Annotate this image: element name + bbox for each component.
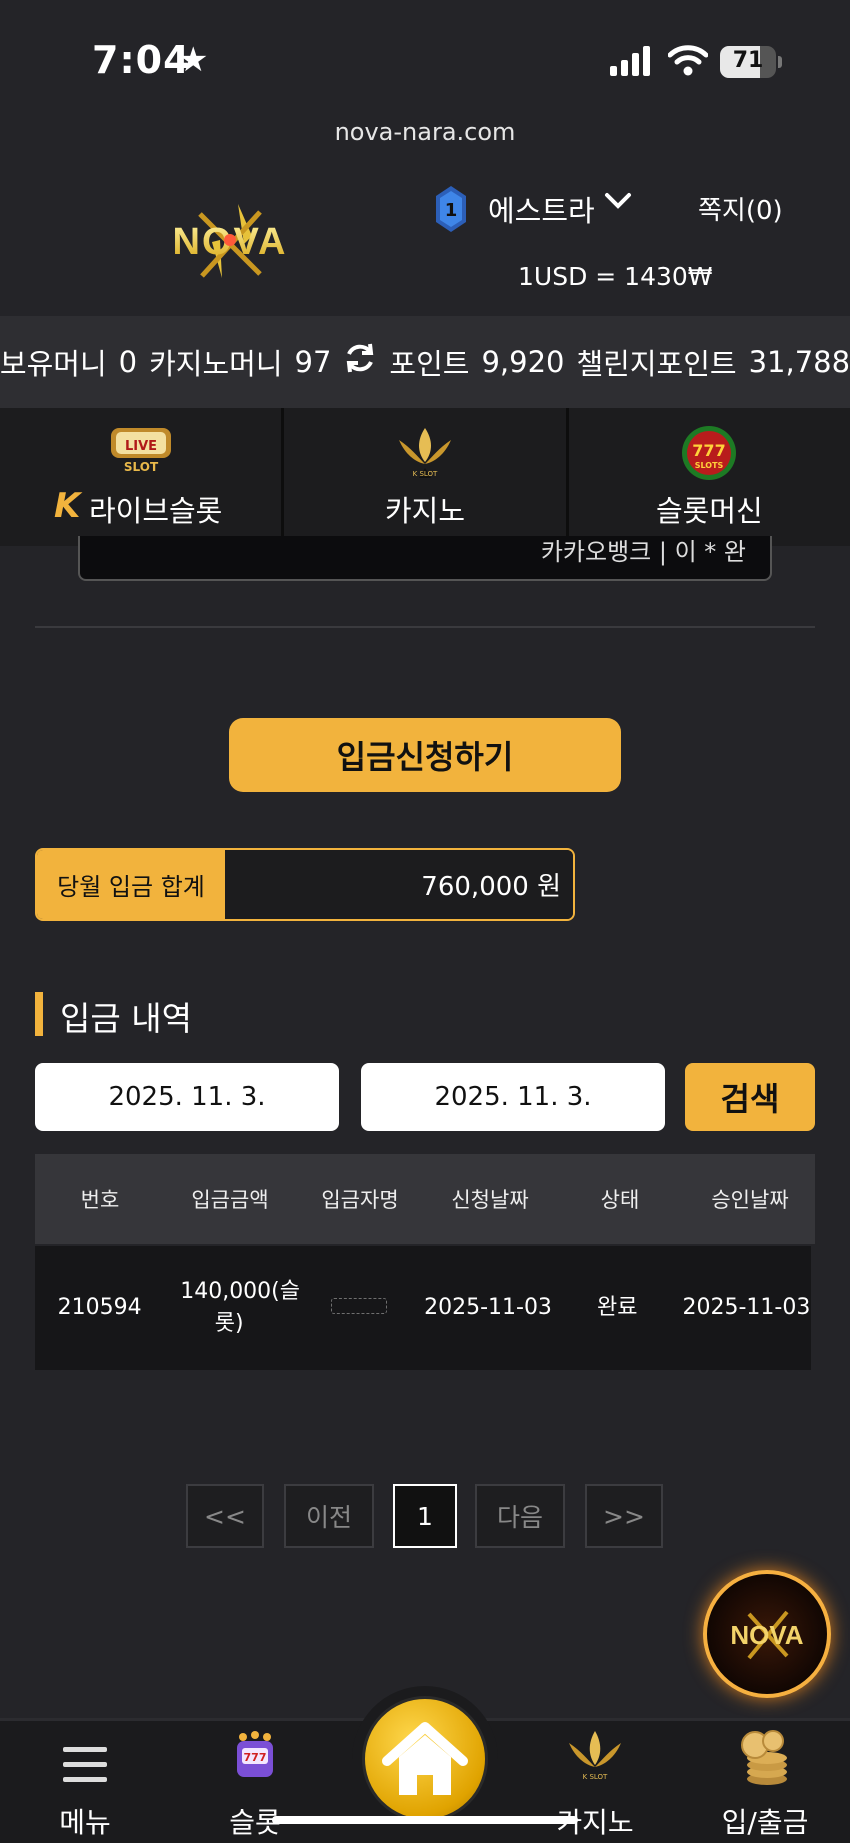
- cell-request-date: 2025-11-03: [424, 1295, 552, 1321]
- depositor-redacted: [330, 1298, 387, 1315]
- 777-slots-icon: 777 SLOTS: [682, 426, 737, 480]
- lotus-icon: K SLOT: [398, 428, 451, 478]
- point-label: 포인트: [389, 347, 470, 381]
- page-prev-button[interactable]: 이전: [284, 1484, 374, 1548]
- nav-menu-label: 메뉴: [59, 1806, 111, 1839]
- col-depositor: 입금자명: [321, 1188, 399, 1212]
- coins-icon: [741, 1730, 787, 1785]
- account-info-text: 카카오뱅크 | 이 * 완: [540, 538, 746, 566]
- date-to-input[interactable]: 2025. 11. 3.: [361, 1063, 665, 1131]
- cell-status: 완료: [596, 1295, 638, 1321]
- table-row[interactable]: 210594 140,000(슬롯) 2025-11-03 완료 2025-11…: [35, 1246, 811, 1370]
- col-status: 상태: [600, 1188, 640, 1212]
- floating-nova-button[interactable]: NOVA: [703, 1570, 831, 1698]
- status-time: 7:04: [92, 38, 191, 82]
- nova-logo[interactable]: NOVA: [140, 196, 320, 286]
- svg-text:777: 777: [693, 441, 726, 460]
- chevron-down-icon[interactable]: [604, 188, 632, 219]
- page-first-button[interactable]: <<: [186, 1484, 264, 1548]
- tab-casino-label: 카지노: [384, 494, 466, 528]
- col-amount: 입금금액: [191, 1188, 269, 1212]
- tab-slot-machine-label: 슬롯머신: [655, 494, 763, 528]
- svg-text:NOVA: NOVA: [730, 1620, 803, 1650]
- home-button[interactable]: [362, 1696, 488, 1822]
- home-icon: [382, 1722, 468, 1795]
- slot-machine-icon: 777: [237, 1731, 273, 1777]
- col-approve-date: 승인날짜: [711, 1188, 789, 1212]
- point-value: 9,920: [481, 345, 565, 379]
- challenge-label: 챌린지포인트: [576, 347, 737, 381]
- rank-badge-icon: 1: [436, 186, 466, 232]
- col-number: 번호: [80, 1188, 120, 1212]
- tab-live-slot-label: 라이브슬롯: [88, 494, 223, 528]
- table-header: 번호 입금금액 입금자명 신청날짜 상태 승인날짜: [35, 1154, 815, 1244]
- casino-value: 97: [294, 345, 332, 379]
- page-current[interactable]: 1: [393, 1484, 457, 1548]
- casino-label: 카지노머니: [149, 347, 283, 381]
- url-bar[interactable]: nova-nara.com: [0, 118, 850, 146]
- section-accent-bar: [35, 992, 43, 1036]
- nav-menu[interactable]: 메뉴: [10, 1729, 160, 1839]
- holding-label: 보유머니: [0, 347, 107, 381]
- section-title: 입금 내역: [60, 999, 192, 1038]
- tab-slot-machine[interactable]: 777 SLOTS 슬롯머신: [568, 408, 850, 546]
- cell-number: 210594: [57, 1295, 142, 1321]
- signal-icon: [610, 46, 650, 76]
- battery-icon: 71: [720, 46, 776, 78]
- cell-amount-text: 140,000(슬롯): [180, 1279, 301, 1336]
- challenge-value: 31,788: [748, 345, 850, 379]
- refresh-icon[interactable]: [343, 341, 377, 383]
- deposit-request-button[interactable]: 입금신청하기: [229, 718, 621, 792]
- svg-text:1: 1: [445, 200, 458, 221]
- hamburger-icon: [63, 1747, 107, 1782]
- cell-depositor: [294, 1292, 423, 1324]
- nav-casino[interactable]: K SLOT 카지노: [520, 1729, 670, 1839]
- svg-text:K SLOT: K SLOT: [413, 470, 438, 478]
- col-request-date: 신청날짜: [451, 1188, 529, 1212]
- memo-link[interactable]: 쪽지(0): [698, 190, 783, 227]
- monthly-total-label: 당월 입금 합계: [37, 850, 225, 919]
- balance-bar: 보유머니 0 카지노머니 97 포인트 9,920 챌린지포인트 31,788: [0, 316, 850, 408]
- search-button[interactable]: 검색: [685, 1063, 815, 1131]
- monthly-total-value: 760,000 원: [225, 850, 573, 919]
- page-next-button[interactable]: 다음: [475, 1484, 565, 1548]
- svg-text:LIVE: LIVE: [125, 439, 157, 454]
- username[interactable]: 에스트라: [488, 188, 595, 230]
- home-indicator: [272, 1816, 578, 1824]
- tab-live-slot[interactable]: LIVE SLOT K 라이브슬롯: [0, 408, 285, 546]
- nav-deposit-label: 입/출금: [721, 1806, 809, 1839]
- divider: [35, 626, 815, 628]
- page-last-button[interactable]: >>: [585, 1484, 663, 1548]
- exchange-rate: 1USD = 1430₩: [518, 262, 713, 291]
- lotus-icon: K SLOT: [569, 1731, 621, 1781]
- live-slot-icon: LIVE SLOT: [110, 428, 171, 474]
- svg-text:SLOT: SLOT: [124, 460, 159, 474]
- cell-amount: 140,000(슬롯): [164, 1276, 300, 1340]
- tab-casino[interactable]: K SLOT 카지노: [284, 408, 569, 546]
- nova-fab-logo-icon: NOVA: [730, 1610, 804, 1660]
- svg-text:SLOTS: SLOTS: [695, 461, 724, 470]
- battery-cap: [778, 56, 782, 68]
- svg-text:777: 777: [244, 1751, 267, 1764]
- nav-deposit[interactable]: 입/출금: [690, 1729, 840, 1839]
- game-tabs: LIVE SLOT K 라이브슬롯 K SLOT 카지노 777 SLOTS 슬…: [0, 408, 850, 546]
- nav-slot[interactable]: 777 슬롯: [180, 1729, 330, 1839]
- svg-text:K SLOT: K SLOT: [583, 1773, 608, 1781]
- monthly-total: 당월 입금 합계 760,000 원: [35, 848, 575, 921]
- cell-approve-date: 2025-11-03: [682, 1295, 811, 1321]
- account-info-box: 카카오뱅크 | 이 * 완: [78, 536, 772, 581]
- wifi-icon: [668, 45, 708, 76]
- date-from-input[interactable]: 2025. 11. 3.: [35, 1063, 339, 1131]
- holding-value: 0: [118, 345, 138, 379]
- star-icon: ★: [178, 40, 209, 80]
